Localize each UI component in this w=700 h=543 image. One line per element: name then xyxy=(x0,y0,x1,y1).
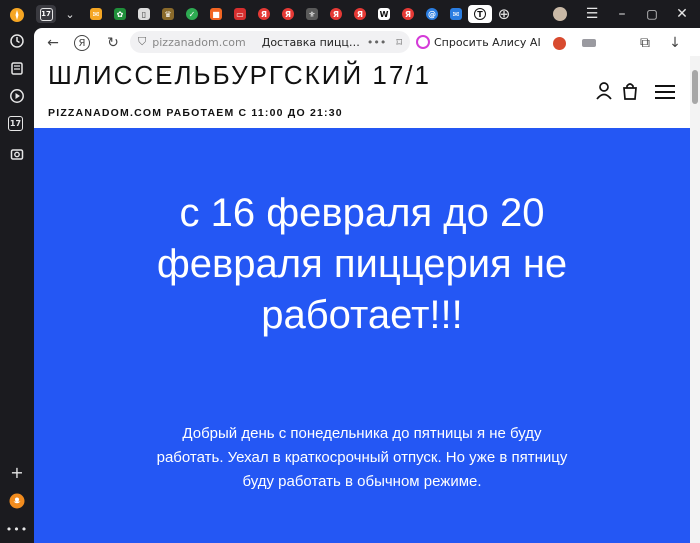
alice-icon xyxy=(416,35,430,49)
yandex-tab-4[interactable]: Я xyxy=(326,5,346,23)
emblem-icon: ♛ xyxy=(162,8,174,20)
mail-icon: ✉ xyxy=(450,8,462,20)
yandex-icon: Я xyxy=(402,8,414,20)
back-icon[interactable]: ← xyxy=(44,34,62,52)
site-header: ШЛИССЕЛЬБУРГСКИЙ 17/1 PIZZANADOM.COM РАБ… xyxy=(34,56,690,128)
address-domain: pizzanadom.com xyxy=(152,35,246,49)
gear-tab[interactable]: ✿ xyxy=(110,5,130,23)
yandex-tab-3[interactable]: Я xyxy=(278,5,298,23)
red-tab[interactable]: ▭ xyxy=(230,5,250,23)
pinned-calendar-tab[interactable]: 17 xyxy=(36,5,56,23)
calendar-tab-icon: 17 xyxy=(39,7,53,21)
tabs-dropdown-icon[interactable]: ⌄ xyxy=(60,5,80,23)
web-page: ШЛИССЕЛЬБУРГСКИЙ 17/1 PIZZANADOM.COM РАБ… xyxy=(34,56,690,543)
at-tab[interactable]: @ xyxy=(422,5,442,23)
mail-tab[interactable]: ✉ xyxy=(86,5,106,23)
yandex-icon: Я xyxy=(282,8,294,20)
menu-icon[interactable]: ☰ xyxy=(578,4,606,24)
avatar[interactable] xyxy=(546,4,574,24)
reload-icon[interactable]: ↻ xyxy=(104,34,122,52)
yandex-tab-6[interactable]: Я xyxy=(398,5,418,23)
bookmark-icon[interactable]: ⌑ xyxy=(396,36,402,49)
yandex-icon: Я xyxy=(330,8,342,20)
tray-shape-icon xyxy=(582,39,596,47)
tab-strip: 17 ⌄ ✉ ✿ ▯ ♛ ✓ ■ ▭ Я Я ⚜ Я Я W Я @ ✉ Т ⊕… xyxy=(34,0,700,28)
yandex-icon: Я xyxy=(258,8,270,20)
reader-mode-icon[interactable]: ⧉ xyxy=(636,34,654,52)
document-icon: ▯ xyxy=(138,8,150,20)
yandex-home-icon[interactable]: Я xyxy=(74,35,90,51)
tray-icon[interactable] xyxy=(580,34,598,52)
profile-icon[interactable] xyxy=(8,492,26,510)
yandex-tab-2[interactable]: Я xyxy=(254,5,274,23)
maximize-icon[interactable]: ▢ xyxy=(638,4,666,24)
site-subtitle: PIZZANADOM.COM РАБОТАЕМ С 11:00 ДО 21:30 xyxy=(48,107,343,119)
extension-icon[interactable] xyxy=(550,34,568,52)
account-icon[interactable] xyxy=(596,82,612,104)
red-app-icon: ▭ xyxy=(234,8,246,20)
doc-tab[interactable]: ▯ xyxy=(134,5,154,23)
ask-alice-button[interactable]: Спросить Алису AI xyxy=(412,31,549,53)
minimize-icon[interactable]: – xyxy=(608,4,636,24)
wikipedia-icon: W xyxy=(378,8,390,20)
extension-avatar-icon xyxy=(552,36,566,50)
site-name[interactable]: ШЛИССЕЛЬБУРГСКИЙ 17/1 xyxy=(48,60,431,91)
gov-tab[interactable]: ⚜ xyxy=(302,5,322,23)
hamburger-menu-icon[interactable] xyxy=(654,84,676,104)
close-icon[interactable]: ✕ xyxy=(668,4,696,24)
at-icon: @ xyxy=(426,8,438,20)
address-bar[interactable]: ⛉ pizzanadom.com Доставка пицц… ••• ⌑ xyxy=(130,31,410,53)
mail-icon: ✉ xyxy=(90,8,102,20)
current-tab[interactable]: Т xyxy=(468,5,492,23)
closure-heading: с 16 февраля до 20 февраля пиццерия не р… xyxy=(156,191,568,337)
wiki-tab[interactable]: W xyxy=(374,5,394,23)
avatar-icon xyxy=(553,7,567,21)
yandex-logo-icon[interactable] xyxy=(8,6,26,24)
orange-app-icon: ■ xyxy=(210,8,222,20)
address-title: Доставка пицц… xyxy=(261,35,360,49)
more-dots-icon[interactable]: ••• xyxy=(367,36,386,49)
scrollbar-thumb[interactable] xyxy=(692,70,698,104)
download-icon[interactable]: ↓ xyxy=(666,34,684,52)
calendar-icon[interactable]: 17 xyxy=(8,116,23,131)
check-icon: ✓ xyxy=(186,8,198,20)
coat-of-arms-icon: ⚜ xyxy=(306,8,318,20)
shield-icon: ⛉ xyxy=(138,35,147,48)
orange-tab[interactable]: ■ xyxy=(206,5,226,23)
ask-alice-label: Спросить Алису AI xyxy=(434,35,541,49)
mail-tab-2[interactable]: ✉ xyxy=(446,5,466,23)
play-icon[interactable] xyxy=(8,87,26,105)
yandex-icon: Я xyxy=(354,8,366,20)
closure-message: Добрый день с понедельника до пятницы я … xyxy=(156,425,568,490)
closure-banner: с 16 февраля до 20 февраля пиццерия не р… xyxy=(34,128,690,543)
flower-icon: ✿ xyxy=(114,8,126,20)
yandex-tab-5[interactable]: Я xyxy=(350,5,370,23)
new-tab-icon[interactable]: ⊕ xyxy=(494,5,514,23)
emblem-tab[interactable]: ♛ xyxy=(158,5,178,23)
browser-sidebar: 17 + ••• xyxy=(0,0,34,543)
check-tab[interactable]: ✓ xyxy=(182,5,202,23)
page-scrollbar[interactable] xyxy=(690,56,700,543)
screenshot-icon[interactable] xyxy=(8,145,26,163)
cart-icon[interactable] xyxy=(622,82,638,104)
add-panel-icon[interactable]: + xyxy=(8,463,26,482)
pizza-site-icon: Т xyxy=(474,8,486,20)
collections-icon[interactable] xyxy=(8,59,26,77)
more-icon[interactable]: ••• xyxy=(6,520,27,538)
history-icon[interactable] xyxy=(8,32,26,50)
browser-toolbar: ← Я ↻ ⛉ pizzanadom.com Доставка пицц… ••… xyxy=(34,28,700,56)
